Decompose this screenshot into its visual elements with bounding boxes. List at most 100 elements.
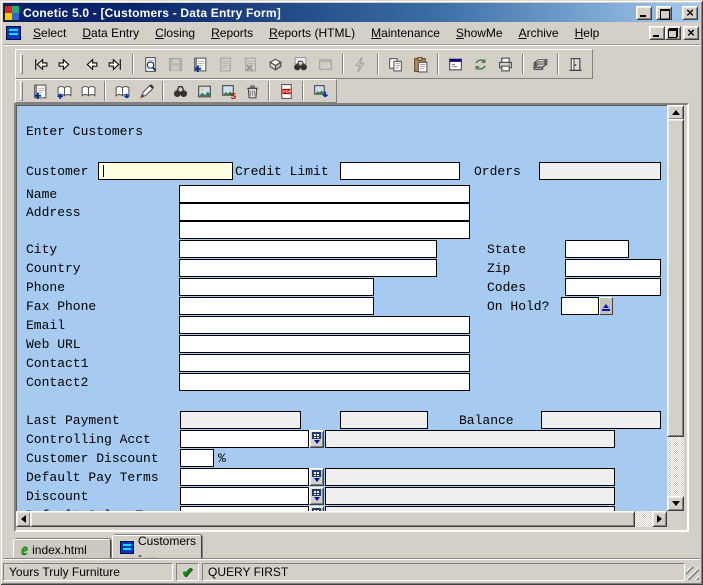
open-book-add-icon <box>56 83 73 100</box>
zip-input[interactable] <box>565 259 661 277</box>
menu-select[interactable]: Select <box>25 23 74 43</box>
vertical-scroll-thumb[interactable] <box>667 119 684 437</box>
default-pay-terms-lookup-button[interactable] <box>309 468 324 486</box>
web-url-input[interactable] <box>179 335 470 353</box>
new-book-button[interactable] <box>28 81 52 101</box>
form-window-button[interactable] <box>443 52 468 76</box>
menu-reports[interactable]: Reports <box>203 23 261 43</box>
scroll-left-button[interactable] <box>16 511 31 527</box>
city-input[interactable] <box>179 240 437 258</box>
copy-button[interactable] <box>383 52 408 76</box>
phone-input[interactable] <box>179 278 374 296</box>
close-button[interactable] <box>682 6 698 20</box>
discount-lookup-button[interactable] <box>309 487 324 505</box>
menu-closing[interactable]: Closing <box>147 23 203 43</box>
paste-button[interactable] <box>408 52 433 76</box>
minimize-button[interactable] <box>636 6 652 20</box>
image-save-button[interactable] <box>216 81 240 101</box>
customer-label: Customer <box>26 164 88 179</box>
right-arrow-icon <box>657 515 666 523</box>
nav-prev-button[interactable] <box>78 52 103 76</box>
scroll-right-button[interactable] <box>652 511 667 527</box>
execute-button <box>348 52 373 76</box>
clear-record-button[interactable] <box>263 52 288 76</box>
child-restore-button[interactable] <box>665 26 681 40</box>
customer-discount-label: Customer Discount <box>26 451 159 466</box>
toolbar-grip[interactable] <box>20 81 23 101</box>
contact1-input[interactable] <box>179 354 470 372</box>
toolbar-separator <box>302 81 304 101</box>
app-icon[interactable] <box>5 6 19 20</box>
toolbar-separator <box>268 81 270 101</box>
toolbar-grip[interactable] <box>20 54 23 74</box>
state-input[interactable] <box>565 240 629 258</box>
window-title: Conetic 5.0 - [Customers - Data Entry Fo… <box>23 6 632 20</box>
toolbar-separator <box>342 54 344 74</box>
refresh-button[interactable] <box>468 52 493 76</box>
name-input[interactable] <box>179 185 470 203</box>
horizontal-scrollbar[interactable] <box>16 511 667 527</box>
title-bar[interactable]: Conetic 5.0 - [Customers - Data Entry Fo… <box>3 3 700 22</box>
trash-button[interactable] <box>240 81 264 101</box>
image-icon <box>196 83 213 100</box>
print-icon <box>497 56 514 73</box>
binoculars-button[interactable] <box>168 81 192 101</box>
query-button[interactable] <box>138 52 163 76</box>
on-hold-spin-button[interactable] <box>599 297 613 315</box>
address-line1-input[interactable] <box>179 203 470 221</box>
horizontal-scroll-thumb[interactable] <box>30 511 635 527</box>
find-record-button[interactable] <box>288 52 313 76</box>
pdf-button[interactable] <box>274 81 298 101</box>
state-label: State <box>487 242 526 257</box>
scroll-down-button[interactable] <box>667 496 684 511</box>
child-minimize-button[interactable] <box>649 26 665 40</box>
contact2-input[interactable] <box>179 373 470 391</box>
add-record-button[interactable] <box>188 52 213 76</box>
menu-archive[interactable]: Archive <box>511 23 567 43</box>
codes-input[interactable] <box>565 278 661 296</box>
credit-limit-input[interactable] <box>340 162 460 180</box>
open-book-button[interactable] <box>76 81 100 101</box>
on-hold-input[interactable] <box>561 297 599 315</box>
email-input[interactable] <box>179 316 470 334</box>
sign-pen-button[interactable] <box>134 81 158 101</box>
nav-last-button[interactable] <box>103 52 128 76</box>
default-pay-terms-label: Default Pay Terms <box>26 470 159 485</box>
child-close-button[interactable] <box>683 26 699 40</box>
nav-next-button[interactable] <box>53 52 78 76</box>
sign-pen-icon <box>138 83 155 100</box>
scroll-up-button[interactable] <box>667 105 684 120</box>
customer-input[interactable] <box>98 162 233 180</box>
menu-reports-html[interactable]: Reports (HTML) <box>261 23 363 43</box>
find-record-icon <box>292 56 309 73</box>
trash-icon <box>244 83 261 100</box>
exit-button[interactable] <box>563 52 588 76</box>
menu-help[interactable]: Help <box>567 23 608 43</box>
default-pay-terms-input[interactable] <box>180 468 309 486</box>
menu-maintenance[interactable]: Maintenance <box>363 23 448 43</box>
contact1-label: Contact1 <box>26 356 88 371</box>
customer-discount-input[interactable] <box>180 449 214 467</box>
nav-next-icon <box>57 56 74 73</box>
address-line2-input[interactable] <box>179 221 470 239</box>
print-stack-button[interactable] <box>528 52 553 76</box>
image-button[interactable] <box>192 81 216 101</box>
country-input[interactable] <box>179 259 437 277</box>
print-button[interactable] <box>493 52 518 76</box>
tab-index-html[interactable]: e index.html <box>13 539 111 560</box>
image-export-button[interactable] <box>308 81 332 101</box>
controlling-acct-input[interactable] <box>180 430 309 448</box>
mdi-system-menu-icon[interactable] <box>6 26 21 40</box>
controlling-acct-lookup-button[interactable] <box>309 430 324 448</box>
menu-showme[interactable]: ShowMe <box>448 23 511 43</box>
open-book-add-button[interactable] <box>52 81 76 101</box>
open-book-query-button[interactable] <box>110 81 134 101</box>
discount-input[interactable] <box>180 487 309 505</box>
fax-phone-input[interactable] <box>179 297 374 315</box>
maximize-button[interactable] <box>656 6 672 20</box>
menu-data-entry[interactable]: Data Entry <box>74 23 147 43</box>
tab-customers[interactable]: Customers - ... <box>112 535 202 560</box>
resize-grip[interactable] <box>686 567 699 580</box>
vertical-scrollbar[interactable] <box>667 105 684 511</box>
nav-first-button[interactable] <box>28 52 53 76</box>
